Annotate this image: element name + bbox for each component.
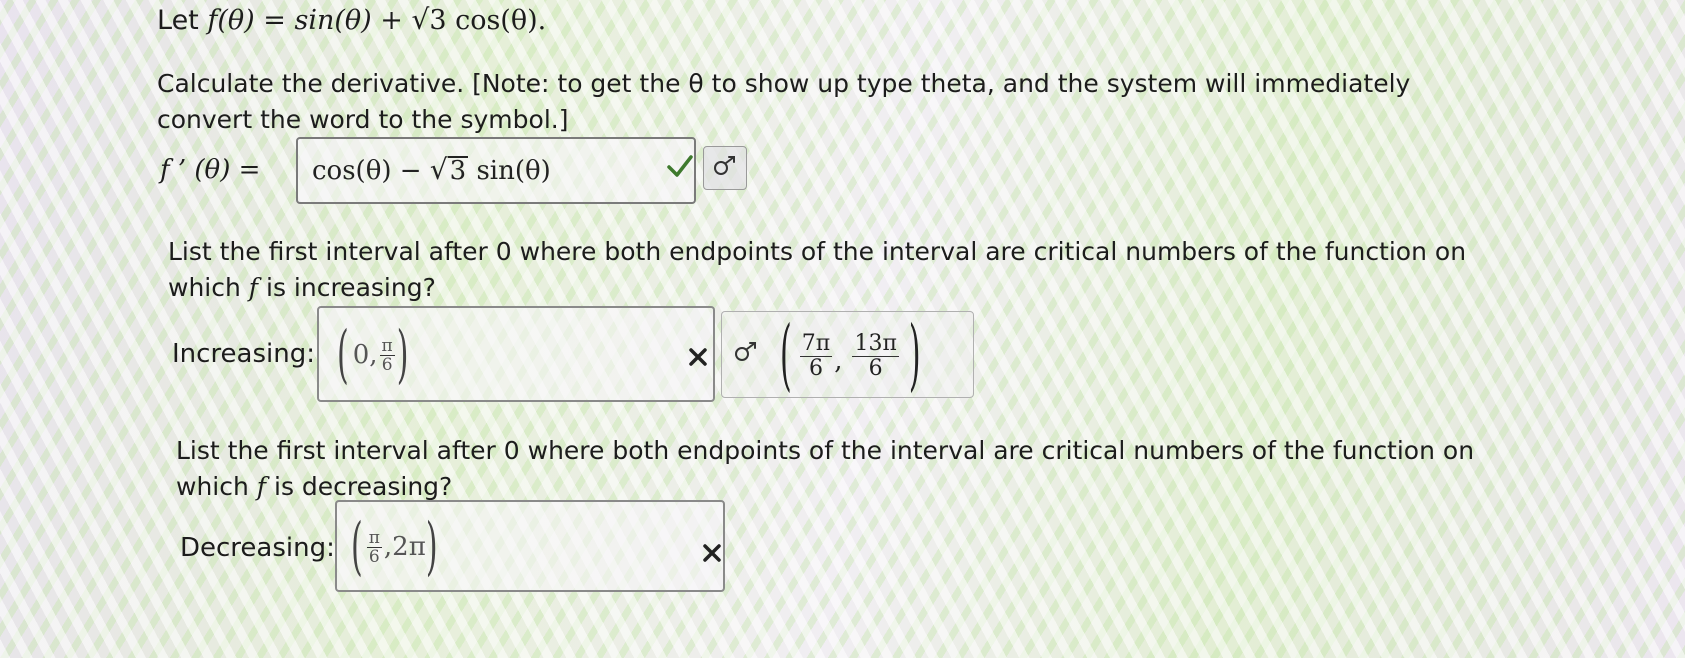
increasing-answer-key-button[interactable] (724, 332, 768, 376)
fraction-denominator: 6 (381, 354, 393, 375)
increasing-correct-answer: ( 7π 6 , 13π 6 ) (721, 311, 974, 402)
fraction-denominator: 6 (868, 355, 883, 381)
open-paren: ( (780, 310, 792, 402)
fraction-numerator: 13π (852, 330, 899, 357)
decreasing-answer-field[interactable]: ( π 6 ,2π ) (335, 500, 725, 592)
decreasing-prompt-f: f (256, 472, 267, 501)
sigma-key-icon (733, 340, 759, 368)
increasing-label: Increasing: (172, 339, 315, 369)
increasing-prompt-f: f (248, 273, 259, 302)
increasing-prompt: List the first interval after 0 where bo… (168, 234, 1508, 306)
fraction-numerator: π (366, 527, 382, 548)
derivative-expr-after: sin(θ) (468, 156, 551, 186)
decreasing-label: Decreasing: (180, 533, 335, 563)
derivative-answer-field[interactable]: cos(θ) − √3 sin(θ) (296, 137, 696, 204)
close-paren: ) (425, 510, 438, 584)
decreasing-end: ,2π (383, 532, 426, 562)
decreasing-start-fraction: π 6 (366, 527, 382, 567)
fraction-numerator: 7π (799, 330, 833, 357)
fraction-numerator: π (379, 335, 395, 356)
increasing-correct-expr: ( 7π 6 , 13π 6 ) (780, 311, 921, 402)
derivative-label: f ’ (θ) = (160, 155, 261, 185)
fraction-denominator: 6 (808, 355, 823, 381)
increasing-start: 0, (352, 340, 378, 370)
cross-icon (701, 538, 723, 571)
decreasing-prompt-tail: is decreasing? (274, 472, 453, 501)
correct-comma: , (834, 346, 843, 376)
sqrt-sign: √ (429, 153, 448, 186)
function-definition: Let f(θ) = sin(θ) + √3 cos(θ). (157, 2, 546, 39)
derivative-expr-before: cos(θ) − (312, 156, 430, 186)
correct-start-fraction: 7π 6 (799, 330, 833, 381)
increasing-end-fraction: π 6 (379, 335, 395, 375)
increasing-prompt-tail: is increasing? (266, 273, 436, 302)
fraction-denominator: 6 (368, 546, 380, 567)
correct-end-fraction: 13π 6 (852, 330, 899, 381)
close-paren: ) (396, 318, 409, 392)
decreasing-answer-expr: ( π 6 ,2π ) (351, 510, 438, 584)
close-paren: ) (908, 310, 921, 402)
increasing-answer-expr: ( 0, π 6 ) (337, 318, 408, 392)
open-paren: ( (337, 318, 349, 392)
check-icon (666, 153, 694, 186)
derivative-answer-expr: cos(θ) − √3 sin(θ) (312, 153, 551, 186)
decreasing-prompt: List the first interval after 0 where bo… (176, 433, 1516, 505)
open-paren: ( (351, 510, 363, 584)
sqrt-argument: 3 (447, 156, 469, 186)
let-prefix: Let (157, 5, 199, 36)
cross-icon (687, 342, 709, 375)
sigma-key-icon (712, 154, 738, 182)
function-definition-expr: f(θ) = sin(θ) + (207, 5, 412, 36)
derivative-prompt: Calculate the derivative. [Note: to get … (157, 69, 1411, 134)
derivative-answer-key-button[interactable] (703, 146, 747, 190)
sqrt-sign: √ (411, 3, 430, 36)
increasing-answer-field[interactable]: ( 0, π 6 ) (317, 306, 715, 402)
function-definition-tail: 3 cos(θ). (429, 5, 547, 36)
